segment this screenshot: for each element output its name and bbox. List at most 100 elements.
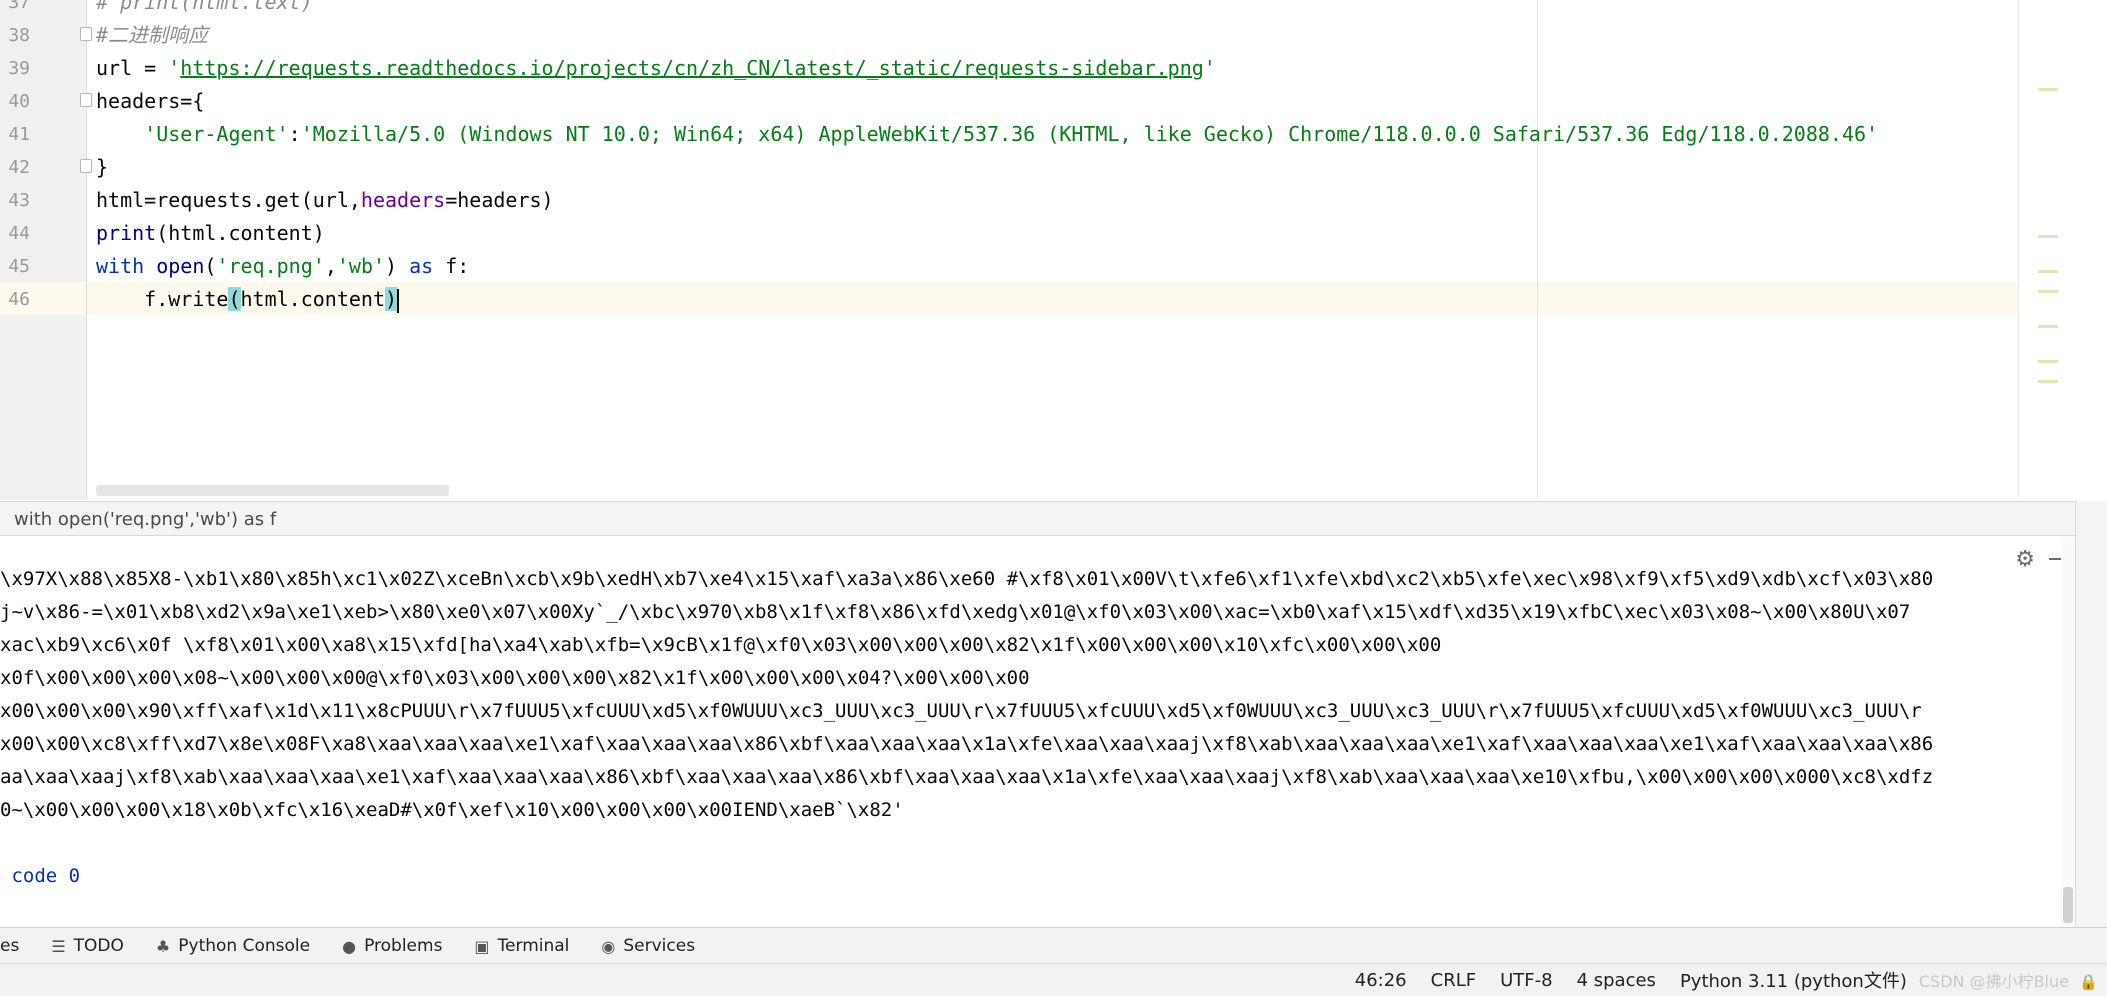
code-token: (	[204, 254, 217, 278]
code-token: f.write	[96, 287, 229, 311]
output-line: 0~\x00\x00\x00\x18\x0b\xfc\x16\xeaD#\x0f…	[0, 799, 904, 821]
line-number: 44	[8, 223, 30, 244]
line-separator[interactable]: CRLF	[1419, 970, 1488, 991]
string-token: 'req.png'	[216, 254, 325, 278]
file-encoding[interactable]: UTF-8	[1488, 970, 1564, 991]
line-number: 46	[8, 289, 30, 310]
output-scrollbar[interactable]	[2061, 537, 2075, 927]
line-number: 39	[8, 58, 30, 79]
output-line: j~v\x86-=\x01\xb8\xd2\x9a\xe1\xeb>\x80\x…	[0, 601, 1911, 623]
output-line: aa\xaa\xaaj\xf8\xab\xaa\xaa\xaa\xe1\xaf\…	[0, 766, 1934, 788]
tab-todo[interactable]: ☰ TODO	[35, 928, 140, 964]
code-editor[interactable]: 37 38 39 40 41 42 43 44 45 46 # print(ht…	[0, 0, 2063, 500]
exit-code-line: code 0	[0, 865, 81, 887]
output-line: \x97X\x88\x85X8-\xb1\x80\x85h\xc1\x02Z\x…	[0, 568, 1934, 590]
brace-match: )	[385, 287, 398, 311]
tab-problems[interactable]: ● Problems	[326, 928, 458, 964]
breadcrumb[interactable]: with open('req.png','wb') as f	[0, 501, 2075, 536]
line-number: 40	[8, 91, 30, 112]
code-token: html=requests.get(url,	[96, 188, 361, 212]
fold-marker-icon[interactable]	[80, 93, 92, 107]
scrollbar-thumb[interactable]	[2063, 887, 2073, 923]
tab-label: Services	[623, 936, 696, 956]
tool-window-bar: es ☰ TODO ♣ Python Console ● Problems ▣ Term…	[0, 927, 2107, 964]
indent-setting[interactable]: 4 spaces	[1565, 970, 1668, 991]
tab-python-console[interactable]: ♣ Python Console	[140, 928, 326, 964]
string-token: 'Mozilla/5.0 (Windows NT 10.0; Win64; x6…	[300, 122, 1879, 146]
tab-terminal[interactable]: ▣ Terminal	[458, 928, 585, 964]
editor-scrollbar[interactable]	[2018, 0, 2063, 500]
tab-label: TODO	[73, 936, 124, 956]
problems-icon: ●	[342, 936, 357, 956]
tab-services[interactable]: ◉ Services	[585, 928, 711, 964]
tab-label: Problems	[364, 936, 443, 956]
string-token: 'wb'	[336, 254, 386, 278]
services-icon: ◉	[601, 936, 616, 956]
tab-label: Python Console	[178, 936, 311, 956]
output-line: x0f\x00\x00\x00\x08~\x00\x00\x00@\xf0\x0…	[0, 667, 1030, 689]
run-output-panel[interactable]: ⚙ \x97X\x88\x85X8-\xb1\x80\x85h\xc1\x02Z…	[0, 537, 2075, 927]
line-gutter: 37 38 39 40 41 42 43 44 45 46	[0, 0, 92, 500]
python-interpreter[interactable]: Python 3.11 (python文件)	[1668, 967, 1919, 993]
code-line: 'User-Agent':'Mozilla/5.0 (Windows NT 10…	[96, 118, 2063, 151]
line-number: 43	[8, 190, 30, 211]
scroll-marker	[2038, 380, 2058, 383]
code-token: url =	[96, 56, 169, 80]
gear-icon[interactable]: ⚙	[2015, 547, 2035, 572]
keyword-token: as	[409, 254, 434, 278]
tab-files[interactable]: es	[0, 928, 35, 964]
scroll-marker	[2038, 325, 2058, 328]
text-caret	[397, 288, 400, 313]
watermark: CSDN @拂小柠Blue	[1918, 972, 2069, 991]
line-number: 42	[8, 157, 30, 178]
line-number: 41	[8, 124, 30, 145]
code-line: #二进制响应	[96, 23, 209, 47]
code-token: )	[385, 254, 410, 278]
scroll-marker	[2038, 88, 2058, 91]
keyword-token: with	[96, 254, 145, 278]
scroll-marker	[2038, 235, 2058, 238]
output-line: x00\x00\x00\x90\xff\xaf\x1d\x11\x8cPUUU\…	[0, 700, 1922, 722]
horizontal-scrollbar[interactable]	[96, 485, 449, 496]
line-number: 45	[8, 256, 30, 277]
code-line: url = 'https://requests.readthedocs.io/p…	[96, 52, 2063, 85]
status-bar: 46:26 CRLF UTF-8 4 spaces Python 3.11 (p…	[0, 963, 2107, 996]
code-line: f.write(html.content)	[96, 283, 2063, 316]
code-line: }	[96, 155, 109, 179]
code-token: =headers)	[445, 188, 554, 212]
scroll-marker	[2038, 360, 2058, 363]
code-line: print(html.content)	[96, 217, 2063, 250]
code-token: f:	[433, 254, 470, 278]
code-line: headers={	[96, 89, 205, 113]
code-line: html=requests.get(url,headers=headers)	[96, 184, 2063, 217]
code-token: (html.content)	[156, 221, 325, 245]
output-line: xac\xb9\xc6\x0f \xf8\x01\x00\xa8\x15\xfd…	[0, 634, 1442, 656]
string-quote: '	[1203, 56, 1216, 80]
builtin-token: open	[156, 254, 205, 278]
code-token: ,	[324, 254, 337, 278]
code-line: with open('req.png','wb') as f:	[96, 250, 2063, 283]
scroll-marker	[2038, 270, 2058, 273]
param-token: headers	[360, 188, 446, 212]
fold-marker-icon[interactable]	[80, 159, 92, 173]
lock-icon[interactable]: 🔒	[2079, 973, 2107, 991]
right-tool-strip	[2075, 501, 2107, 927]
tab-label: es	[0, 936, 20, 956]
code-token: :	[288, 122, 301, 146]
code-line: # print(html.text)	[96, 0, 313, 14]
string-quote: '	[168, 56, 181, 80]
caret-position[interactable]: 46:26	[1343, 970, 1419, 991]
line-number: 38	[8, 25, 30, 46]
output-line: x00\x00\xc8\xff\xd7\x8e\x08F\xa8\xaa\xaa…	[0, 733, 1934, 755]
list-icon: ☰	[51, 936, 66, 956]
code-token: html.content	[240, 287, 386, 311]
tab-label: Terminal	[497, 936, 570, 956]
builtin-token: print	[96, 221, 157, 245]
url-link[interactable]: https://requests.readthedocs.io/projects…	[180, 56, 1204, 80]
run-toolbar: ⚙	[2015, 545, 2067, 573]
fold-marker-icon[interactable]	[80, 27, 92, 41]
brace-match: (	[228, 287, 241, 311]
terminal-icon: ▣	[474, 936, 490, 956]
string-token: 'User-Agent'	[144, 122, 289, 146]
